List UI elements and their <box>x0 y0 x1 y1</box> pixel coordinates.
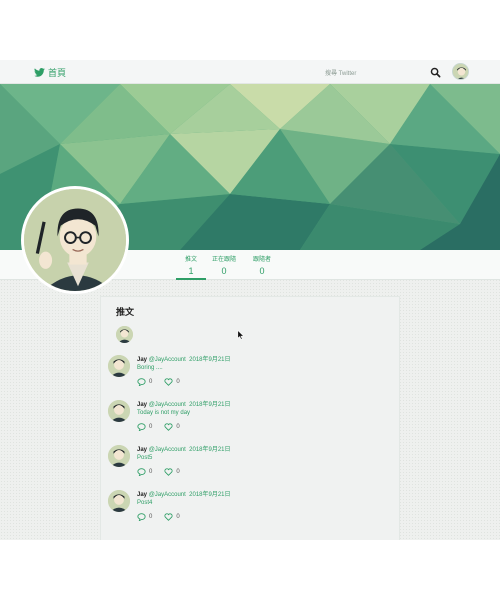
tweet-header: Jay @JayAccount 2018年9月21日 <box>137 399 231 408</box>
tweet-text: Post5 <box>137 455 153 461</box>
search-input[interactable]: 搜尋 Twitter <box>325 68 356 77</box>
reply-count: 0 <box>149 514 153 520</box>
tweet-header: Jay @JayAccount 2018年9月21日 <box>137 354 231 363</box>
home-label: 首頁 <box>48 68 67 78</box>
tweet-author-name[interactable]: Jay <box>137 402 147 408</box>
tweet-actions: 0 0 <box>137 423 180 431</box>
stat-label: 跟隨者 <box>252 257 271 263</box>
tweet-handle[interactable]: @JayAccount <box>149 402 186 408</box>
top-navbar: 首頁 搜尋 Twitter <box>0 60 500 84</box>
like-button[interactable]: 0 <box>164 423 180 431</box>
tweet-date[interactable]: 2018年9月21日 <box>189 447 230 453</box>
avatar[interactable] <box>108 445 130 467</box>
reply-button[interactable]: 0 <box>137 468 152 476</box>
tweet-date[interactable]: 2018年9月21日 <box>189 492 230 498</box>
tweet-actions: 0 0 <box>137 513 180 521</box>
search-icon[interactable] <box>430 67 441 78</box>
tweet-handle[interactable]: @JayAccount <box>149 492 186 498</box>
stat-followers[interactable]: 跟隨者 0 <box>247 254 277 276</box>
tweet-timeline: 推文 Jay @JayAccount 2018年9月21日 Boring ...… <box>100 296 400 540</box>
account-avatar[interactable] <box>452 63 469 80</box>
heart-icon <box>164 468 173 476</box>
like-count: 0 <box>176 514 180 520</box>
tweet-author-name[interactable]: Jay <box>137 492 147 498</box>
compose-avatar[interactable] <box>116 326 133 343</box>
like-count: 0 <box>176 379 180 385</box>
heart-icon <box>164 423 173 431</box>
reply-count: 0 <box>149 469 153 475</box>
tweet-text: Boring .... <box>137 365 163 371</box>
avatar[interactable] <box>108 355 130 377</box>
stat-value: 1 <box>188 266 194 276</box>
tweet-author-name[interactable]: Jay <box>137 447 147 453</box>
comment-icon <box>137 423 146 431</box>
tweet-text: Post4 <box>137 500 153 506</box>
reply-button[interactable]: 0 <box>137 513 152 521</box>
app-frame: 首頁 搜尋 Twitter 推文 1 正在跟隨 0 跟隨者 0 推文 Jay @… <box>0 60 500 540</box>
comment-icon <box>137 378 146 386</box>
stat-label: 推文 <box>184 257 197 263</box>
timeline-title: 推文 <box>116 307 135 317</box>
stat-tweets[interactable]: 推文 1 <box>176 254 206 280</box>
twitter-bird-icon <box>34 68 45 77</box>
tweet-item[interactable]: Jay @JayAccount 2018年9月21日 Post5 0 0 <box>108 444 388 489</box>
tweet-header: Jay @JayAccount 2018年9月21日 <box>137 444 231 453</box>
stat-value: 0 <box>259 266 265 276</box>
comment-icon <box>137 513 146 521</box>
reply-button[interactable]: 0 <box>137 378 152 386</box>
tweet-header: Jay @JayAccount 2018年9月21日 <box>137 489 231 498</box>
reply-count: 0 <box>149 424 153 430</box>
tweet-actions: 0 0 <box>137 468 180 476</box>
tweet-item[interactable]: Jay @JayAccount 2018年9月21日 Boring .... 0… <box>108 354 388 399</box>
home-link[interactable]: 首頁 <box>34 66 66 79</box>
tweet-handle[interactable]: @JayAccount <box>149 447 186 453</box>
avatar[interactable] <box>108 400 130 422</box>
reply-button[interactable]: 0 <box>137 423 152 431</box>
like-count: 0 <box>176 424 180 430</box>
stat-following[interactable]: 正在跟隨 0 <box>209 254 239 276</box>
like-button[interactable]: 0 <box>164 468 180 476</box>
comment-icon <box>137 468 146 476</box>
profile-avatar[interactable] <box>21 186 129 294</box>
stat-value: 0 <box>221 266 227 276</box>
tweet-text: Today is not my day <box>137 410 191 416</box>
heart-icon <box>164 378 173 386</box>
avatar[interactable] <box>108 490 130 512</box>
like-button[interactable]: 0 <box>164 513 180 521</box>
like-count: 0 <box>176 469 180 475</box>
stat-label: 正在跟隨 <box>211 257 236 263</box>
reply-count: 0 <box>149 379 153 385</box>
mouse-cursor-icon <box>237 330 245 340</box>
tweet-date[interactable]: 2018年9月21日 <box>189 357 230 363</box>
tweet-item[interactable]: Jay @JayAccount 2018年9月21日 Today is not … <box>108 399 388 444</box>
tweet-author-name[interactable]: Jay <box>137 357 147 363</box>
tweet-item[interactable]: Jay @JayAccount 2018年9月21日 Post4 0 0 <box>108 489 388 534</box>
like-button[interactable]: 0 <box>164 378 180 386</box>
tweet-actions: 0 0 <box>137 378 180 386</box>
heart-icon <box>164 513 173 521</box>
tweet-handle[interactable]: @JayAccount <box>149 357 186 363</box>
tweet-date[interactable]: 2018年9月21日 <box>189 402 230 408</box>
